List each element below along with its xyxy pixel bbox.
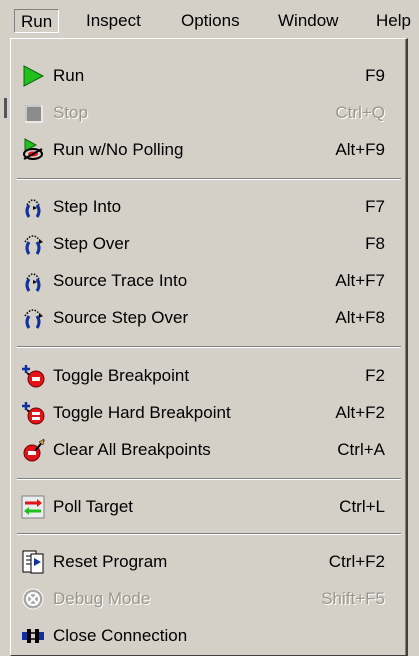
menu-item-toggle-hard-breakpoint[interactable]: Toggle Hard Breakpoint Alt+F2	[13, 394, 403, 431]
menu-item-shortcut: F9	[365, 66, 385, 85]
menu-item-label: Toggle Breakpoint	[53, 366, 190, 385]
menu-item-label: Run	[53, 66, 85, 85]
source-trace-into-icon	[21, 269, 45, 293]
menubar-options[interactable]: Options	[175, 9, 246, 33]
menu-item-label: Poll Target	[53, 497, 134, 516]
menu-item-shortcut: Ctrl+L	[339, 497, 385, 516]
menu-item-shortcut: Alt+F7	[335, 271, 385, 290]
menu-item-run[interactable]: Run F9	[13, 57, 403, 94]
menu-item-shortcut: F2	[365, 366, 385, 385]
menu-item-label: Clear All Breakpoints	[53, 440, 211, 459]
menu-item-run-no-polling[interactable]: Run w/No Polling Alt+F9	[13, 131, 403, 168]
poll-target-icon	[21, 495, 45, 519]
menu-item-close-connection[interactable]: Close Connection	[13, 617, 403, 654]
menu-item-label: Debug Mode	[53, 589, 151, 608]
menubar-window[interactable]: Window	[272, 9, 344, 33]
menu-item-shortcut: Shift+F5	[321, 589, 385, 608]
menu-item-label: Toggle Hard Breakpoint	[53, 403, 231, 422]
menu-separator	[17, 178, 401, 180]
menu-item-label: Step Over	[53, 234, 130, 253]
menu-item-label: Reset Program	[53, 552, 168, 571]
menu-item-toggle-breakpoint[interactable]: Toggle Breakpoint F2	[13, 357, 403, 394]
menu-item-step-into[interactable]: Step Into F7	[13, 188, 403, 225]
menu-item-shortcut: Alt+F8	[335, 308, 385, 327]
menubar-inspect[interactable]: Inspect	[80, 9, 147, 33]
breakpoint-icon	[21, 364, 45, 388]
source-step-over-icon	[21, 306, 45, 330]
stop-square-icon	[21, 101, 45, 125]
menu-item-label: Source Trace Into	[53, 271, 188, 290]
menu-item-shortcut: Ctrl+A	[337, 440, 385, 459]
close-connection-icon	[21, 624, 45, 648]
menu-item-shortcut: Alt+F9	[335, 140, 385, 159]
menu-separator	[17, 533, 401, 535]
menu-item-shortcut: Ctrl+Q	[335, 103, 385, 122]
menubar-run[interactable]: Run	[14, 9, 60, 33]
menu-item-shortcut: F7	[365, 197, 385, 216]
toolbar-grip	[4, 98, 7, 118]
run-menu-dropdown: Run F9 Stop Ctrl+Q Run w/No Polling Alt+…	[10, 38, 408, 656]
menu-item-source-trace-into[interactable]: Source Trace Into Alt+F7	[13, 262, 403, 299]
menu-item-poll-target[interactable]: Poll Target Ctrl+L	[13, 488, 403, 525]
debug-mode-icon	[21, 587, 45, 611]
clear-breakpoints-icon	[21, 438, 45, 462]
step-over-icon	[21, 232, 45, 256]
menu-separator	[17, 346, 401, 348]
menu-item-label: Close Connection	[53, 626, 188, 645]
menu-item-label: Source Step Over	[53, 308, 189, 327]
menubar-help[interactable]: Help	[370, 9, 417, 33]
menu-item-clear-all-breakpoints[interactable]: Clear All Breakpoints Ctrl+A	[13, 431, 403, 468]
reset-program-icon	[21, 550, 45, 574]
menu-bar: Run Inspect Options Window Help	[0, 0, 419, 38]
menu-separator	[17, 478, 401, 480]
run-no-polling-icon	[21, 138, 45, 162]
step-into-icon	[21, 195, 45, 219]
menu-item-label: Stop	[53, 103, 88, 122]
menu-item-shortcut: Ctrl+F2	[328, 552, 385, 571]
hard-breakpoint-icon	[21, 401, 45, 425]
menu-item-shortcut: Alt+F2	[335, 403, 385, 422]
menu-item-shortcut: F8	[365, 234, 385, 253]
menu-item-reset-program[interactable]: Reset Program Ctrl+F2	[13, 543, 403, 580]
menu-item-stop: Stop Ctrl+Q	[13, 94, 403, 131]
menu-item-label: Run w/No Polling	[53, 140, 184, 159]
menu-item-step-over[interactable]: Step Over F8	[13, 225, 403, 262]
run-triangle-icon	[21, 64, 45, 88]
menu-item-source-step-over[interactable]: Source Step Over Alt+F8	[13, 299, 403, 336]
menu-item-label: Step Into	[53, 197, 122, 216]
menu-item-debug-mode: Debug Mode Shift+F5	[13, 580, 403, 617]
